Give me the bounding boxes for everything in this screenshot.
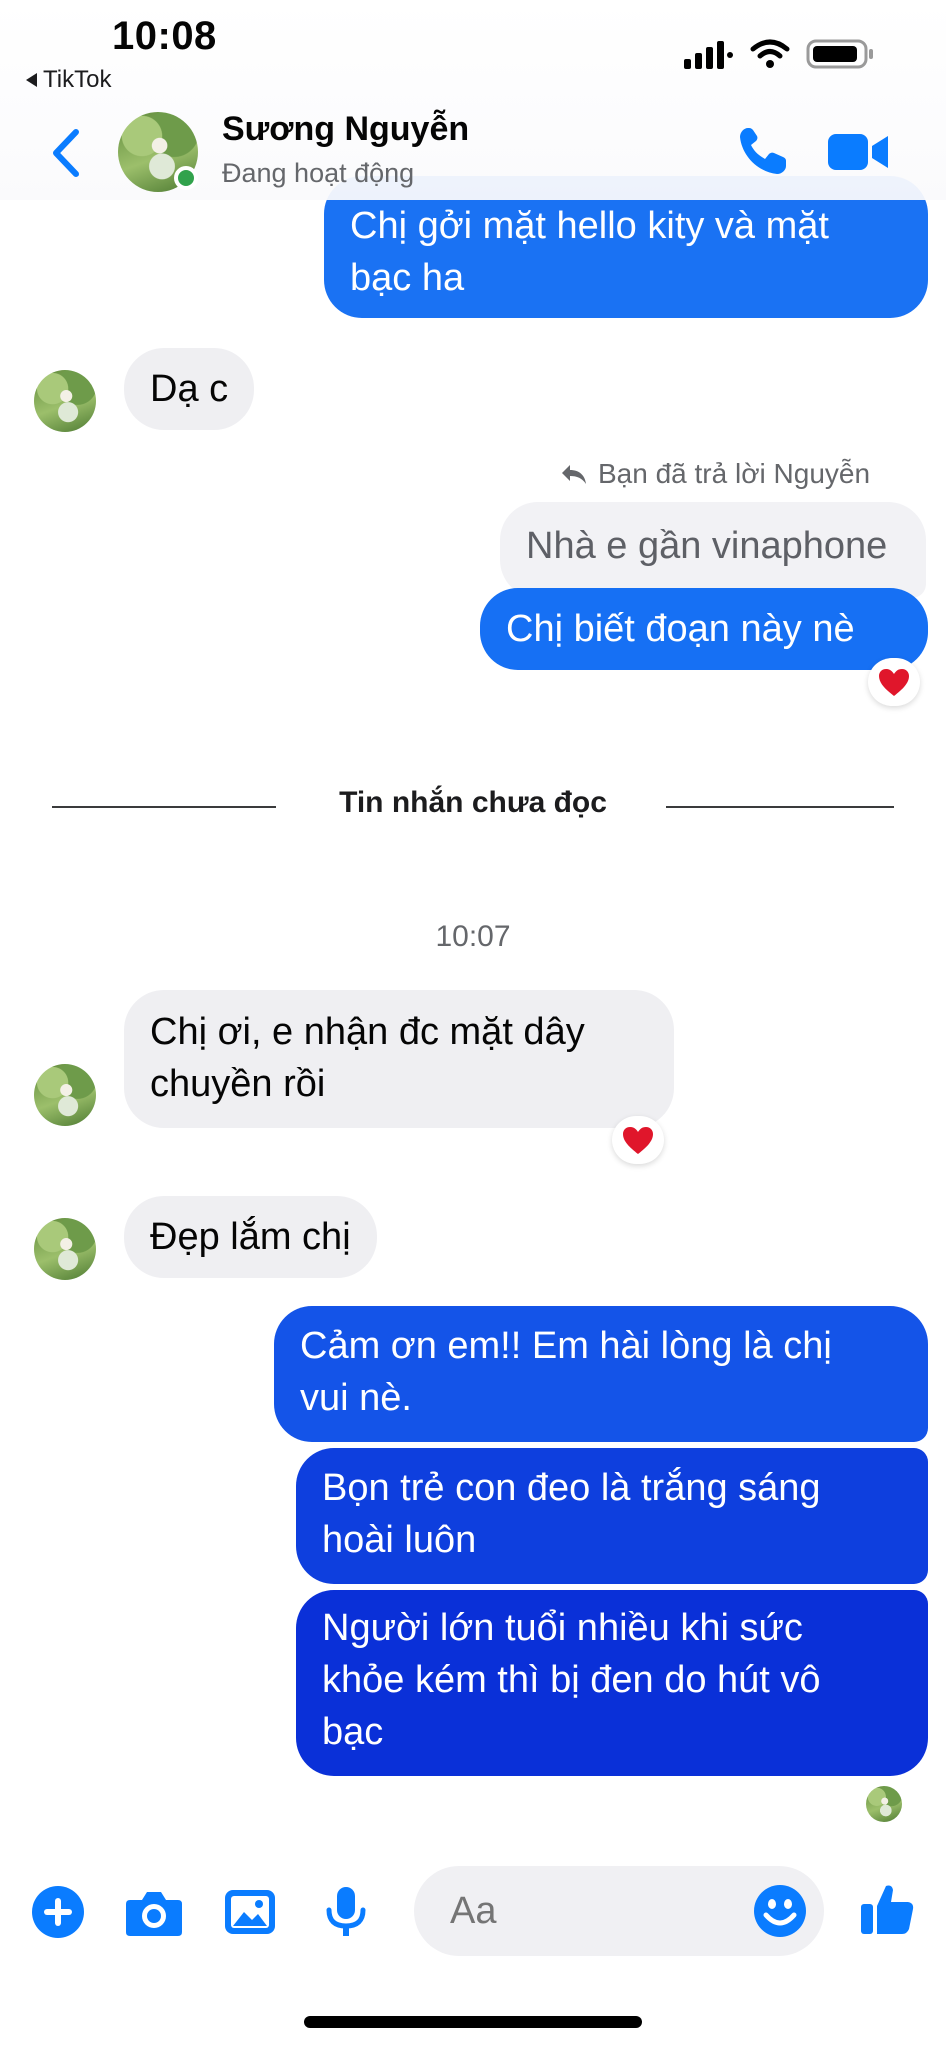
heart-reaction[interactable]: [612, 1116, 664, 1164]
quoted-message[interactable]: Nhà e gần vinaphone: [500, 502, 926, 598]
contact-active-status: Đang hoạt động: [222, 158, 415, 188]
battery-icon: [806, 39, 873, 69]
message-line: Chị gởi mặt hello kity và mặt: [350, 205, 829, 247]
outgoing-message[interactable]: Chị biết đoạn này nè: [480, 588, 928, 670]
divider-line-right: [666, 806, 894, 808]
message-line: hoài luôn: [322, 1519, 477, 1561]
incoming-message[interactable]: Chị ơi, e nhận đc mặt dây chuyền rồi: [124, 990, 674, 1128]
back-to-app-link[interactable]: TikTok: [26, 66, 111, 94]
outgoing-message[interactable]: Bọn trẻ con đeo là trắng sáng hoài luôn: [296, 1448, 928, 1584]
home-indicator: [304, 2016, 642, 2028]
image-icon[interactable]: [222, 1884, 278, 1940]
contact-name[interactable]: Sương Nguyễn: [222, 110, 469, 149]
back-app-label: TikTok: [43, 66, 112, 93]
reply-context-label: Bạn đã trả lời Nguyễn: [560, 458, 870, 490]
plus-circle-icon[interactable]: [30, 1884, 86, 1940]
sender-avatar[interactable]: [34, 1064, 96, 1126]
message-composer[interactable]: [414, 1866, 824, 1956]
chat-header: 10:08 TikTok Sương Nguyễn Đang hoạt động: [0, 0, 946, 200]
sender-avatar[interactable]: [34, 1218, 96, 1280]
back-chevron-icon[interactable]: [46, 126, 86, 180]
microphone-icon[interactable]: [318, 1884, 374, 1940]
camera-icon[interactable]: [124, 1884, 184, 1940]
cellular-signal-icon: [684, 41, 733, 69]
video-camera-icon[interactable]: [826, 128, 890, 176]
message-line: khỏe kém thì bị đen do hút vô: [322, 1659, 821, 1701]
message-text: Đẹp lắm chị: [150, 1216, 351, 1258]
message-line: Người lớn tuổi nhiều khi sức: [322, 1607, 803, 1649]
phone-icon[interactable]: [736, 124, 790, 178]
message-line: Chị ơi, e nhận đc mặt dây: [150, 1011, 585, 1053]
sender-avatar[interactable]: [34, 370, 96, 432]
reply-arrow-icon: [562, 465, 586, 484]
outgoing-message[interactable]: Người lớn tuổi nhiều khi sức khỏe kém th…: [296, 1590, 928, 1776]
message-timestamp: 10:07: [435, 920, 511, 953]
message-text: Chị biết đoạn này nè: [506, 608, 855, 650]
incoming-message[interactable]: Dạ c: [124, 348, 255, 430]
online-status-dot: [174, 166, 198, 190]
quoted-text: Nhà e gần vinaphone: [526, 525, 888, 567]
status-time: 10:08: [112, 14, 217, 58]
wifi-icon: [750, 39, 790, 68]
seen-receipt-avatar: [866, 1786, 902, 1822]
message-line: Cảm ơn em!! Em hài lòng là chị: [300, 1325, 832, 1367]
message-line: bạc: [322, 1711, 384, 1753]
message-line: vui nè.: [300, 1377, 412, 1419]
heart-icon: [879, 669, 909, 696]
heart-icon: [623, 1127, 653, 1154]
message-text: Dạ c: [150, 368, 229, 410]
back-triangle-icon: [26, 73, 37, 87]
heart-reaction[interactable]: [868, 658, 920, 706]
outgoing-message[interactable]: Cảm ơn em!! Em hài lòng là chị vui nè.: [274, 1306, 928, 1442]
incoming-message[interactable]: Đẹp lắm chị: [124, 1196, 377, 1278]
smiley-icon[interactable]: [752, 1883, 808, 1939]
message-input[interactable]: [450, 1890, 730, 1933]
message-line: Bọn trẻ con đeo là trắng sáng: [322, 1467, 821, 1509]
reply-label-text: Bạn đã trả lời Nguyễn: [598, 458, 871, 489]
message-line: bạc ha: [350, 257, 465, 299]
unread-divider-label: Tin nhắn chưa đọc: [339, 786, 607, 819]
message-line: chuyền rồi: [150, 1063, 326, 1105]
thumbs-up-icon[interactable]: [858, 1880, 916, 1938]
status-icons: [684, 38, 876, 70]
